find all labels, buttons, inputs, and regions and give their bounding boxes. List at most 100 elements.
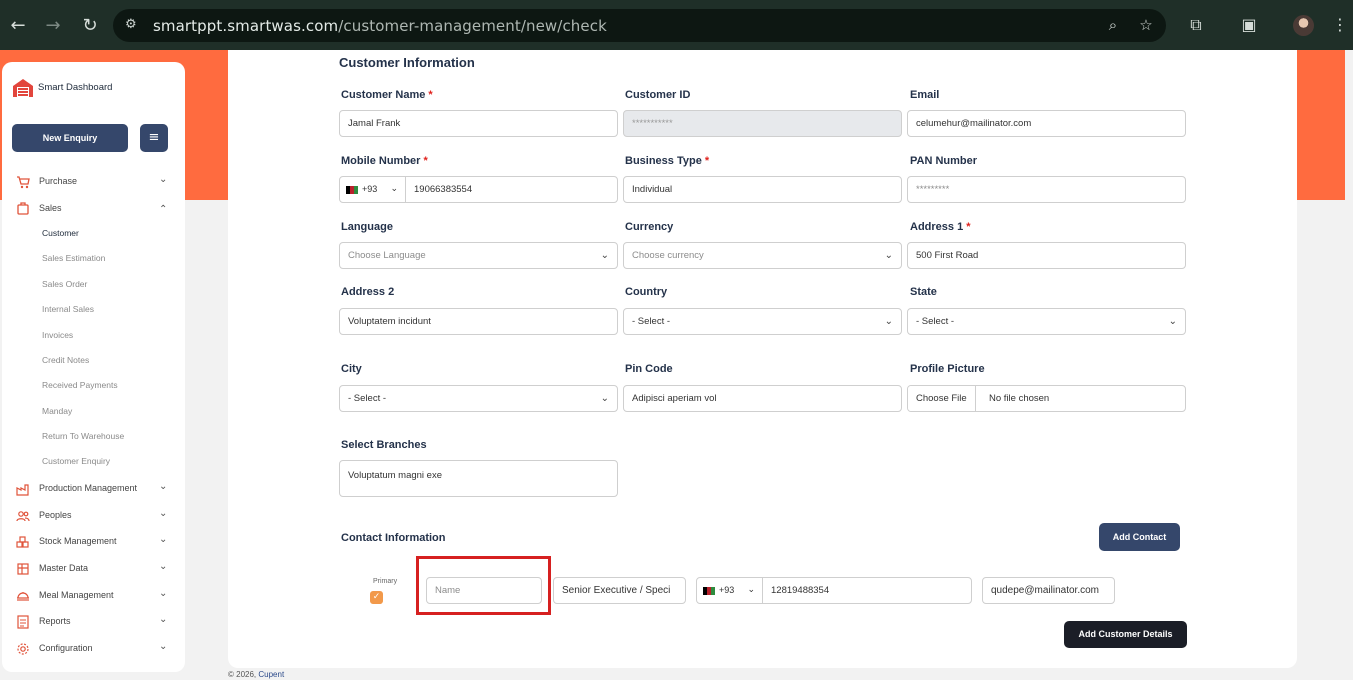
- scrollbar-track[interactable]: [1345, 50, 1353, 680]
- state-select[interactable]: - Select - ⌄: [907, 308, 1186, 335]
- footer: © 2026, Cupent: [228, 670, 285, 679]
- contact-phone-input[interactable]: 12819488354: [762, 577, 972, 604]
- currency-select[interactable]: Choose currency ⌄: [623, 242, 902, 269]
- chevron-down-icon: ⌄: [159, 508, 168, 519]
- email-input[interactable]: celumehur@mailinator.com: [907, 110, 1186, 137]
- sidebar-item-label: Configuration: [39, 643, 93, 653]
- language-select[interactable]: Choose Language ⌄: [339, 242, 618, 269]
- pin-code-input[interactable]: Adipisci aperiam vol: [623, 385, 902, 412]
- state-label: State: [910, 286, 937, 298]
- branches-multiselect[interactable]: Voluptatum magni exe: [339, 460, 618, 497]
- tab-search-icon[interactable]: ▣: [1237, 13, 1261, 37]
- email-label: Email: [910, 89, 940, 101]
- sidebar-subitem-credit-notes[interactable]: Credit Notes: [42, 355, 89, 365]
- add-contact-button[interactable]: Add Contact: [1099, 523, 1180, 551]
- business-type-input[interactable]: Individual: [623, 176, 902, 203]
- people-icon: [16, 511, 30, 522]
- city-select[interactable]: - Select - ⌄: [339, 385, 618, 412]
- chevron-down-icon: ⌄: [600, 393, 609, 404]
- sidebar-subitem-invoices[interactable]: Invoices: [42, 330, 73, 340]
- language-label: Language: [341, 221, 393, 233]
- pan-number-input[interactable]: *********: [907, 176, 1186, 203]
- business-type-label: Business Type *: [625, 155, 710, 167]
- customer-name-label: Customer Name *: [341, 89, 433, 101]
- footer-brand-link[interactable]: Cupent: [258, 670, 284, 679]
- customer-id-input: ***********: [623, 110, 902, 137]
- address2-input[interactable]: Voluptatem incidunt: [339, 308, 618, 335]
- profile-picture-input[interactable]: Choose File No file chosen: [907, 385, 1186, 412]
- customer-name-input[interactable]: Jamal Frank: [339, 110, 618, 137]
- mobile-number-label: Mobile Number *: [341, 155, 428, 167]
- pan-number-label: PAN Number: [910, 155, 978, 167]
- sidebar-subitem-sales-estimation[interactable]: Sales Estimation: [42, 253, 105, 263]
- reload-icon[interactable]: ↻: [77, 13, 103, 39]
- contact-country-code-select[interactable]: +93 ⌄: [696, 577, 763, 604]
- chevron-down-icon: ⌄: [159, 561, 168, 572]
- contact-name-input[interactable]: Name: [426, 577, 542, 604]
- sidebar-item-label: Purchase: [39, 176, 78, 186]
- contact-designation-input[interactable]: Senior Executive / Speci: [553, 577, 686, 604]
- customer-form-card: [228, 50, 1297, 668]
- chevron-down-icon: ⌄: [159, 588, 168, 599]
- chevron-down-icon: ⌄: [159, 481, 168, 492]
- pin-code-label: Pin Code: [625, 363, 673, 375]
- gear-icon: [17, 643, 29, 655]
- sidebar-item-label: Meal Management: [39, 590, 114, 600]
- sidebar-subitem-received-payments[interactable]: Received Payments: [42, 380, 118, 390]
- more-menu-icon[interactable]: ⋮: [1328, 13, 1352, 37]
- address1-input[interactable]: 500 First Road: [907, 242, 1186, 269]
- warehouse-logo-icon: [13, 79, 33, 97]
- sidebar-item-configuration[interactable]: Configuration ⌄: [2, 640, 185, 658]
- profile-avatar[interactable]: [1293, 15, 1314, 36]
- address-bar[interactable]: ⚙ smartppt.smartwas.com/customer-managem…: [113, 9, 1166, 42]
- sidebar-subitem-manday[interactable]: Manday: [42, 406, 72, 416]
- city-label: City: [341, 363, 362, 375]
- sidebar-subitem-internal-sales[interactable]: Internal Sales: [42, 304, 94, 314]
- primary-checkbox[interactable]: ✓: [370, 591, 383, 604]
- menu-toggle-icon[interactable]: ≡: [140, 124, 168, 152]
- factory-icon: [16, 484, 29, 496]
- sidebar-subitem-return-to-warehouse[interactable]: Return To Warehouse: [42, 431, 124, 441]
- country-select[interactable]: - Select - ⌄: [623, 308, 902, 335]
- address2-label: Address 2: [341, 286, 395, 298]
- stock-boxes-icon: [16, 536, 29, 548]
- sidebar-item-sales[interactable]: Sales ⌃: [2, 200, 185, 218]
- sidebar-subitem-customer[interactable]: Customer: [42, 228, 79, 238]
- sidebar-subitem-customer-enquiry[interactable]: Customer Enquiry: [42, 456, 110, 466]
- extensions-icon[interactable]: ⧉: [1184, 13, 1208, 37]
- sidebar-item-master-data[interactable]: Master Data ⌄: [2, 560, 185, 578]
- contact-email-input[interactable]: qudepe@mailinator.com: [982, 577, 1115, 604]
- add-customer-details-button[interactable]: Add Customer Details: [1064, 621, 1187, 648]
- country-code-select[interactable]: +93 ⌄: [339, 176, 406, 203]
- sidebar-item-meal[interactable]: Meal Management ⌄: [2, 587, 185, 605]
- select-branches-label: Select Branches: [341, 439, 427, 451]
- zoom-icon[interactable]: ⌕: [1103, 15, 1123, 35]
- file-status-text: No file chosen: [989, 393, 1050, 404]
- new-enquiry-button[interactable]: New Enquiry: [12, 124, 128, 152]
- sidebar-subitem-sales-order[interactable]: Sales Order: [42, 279, 87, 289]
- forward-icon[interactable]: →: [40, 13, 66, 39]
- mobile-number-input[interactable]: 19066383554: [405, 176, 618, 203]
- sidebar-item-label: Stock Management: [39, 536, 117, 546]
- sidebar-item-label: Reports: [39, 616, 71, 626]
- back-icon[interactable]: ←: [5, 13, 31, 39]
- sidebar-item-peoples[interactable]: Peoples ⌄: [2, 507, 185, 525]
- sidebar-item-label: Production Management: [39, 483, 138, 493]
- chevron-down-icon: ⌄: [159, 174, 168, 185]
- sidebar-item-purchase[interactable]: Purchase ⌄: [2, 173, 185, 191]
- site-info-icon[interactable]: ⚙: [125, 16, 143, 34]
- sidebar-item-reports[interactable]: Reports ⌄: [2, 613, 185, 631]
- contact-information-title: Contact Information: [341, 532, 446, 544]
- bookmark-star-icon[interactable]: ☆: [1136, 15, 1156, 35]
- address1-label: Address 1 *: [910, 221, 971, 233]
- sidebar-item-production[interactable]: Production Management ⌄: [2, 480, 185, 498]
- chevron-down-icon: ⌄: [884, 316, 893, 327]
- reports-icon: [17, 615, 29, 629]
- chevron-down-icon: ⌄: [159, 614, 168, 625]
- currency-label: Currency: [625, 221, 674, 233]
- choose-file-button[interactable]: Choose File: [908, 386, 976, 411]
- sidebar: Smart Dashboard New Enquiry ≡ Purchase ⌄…: [2, 62, 185, 672]
- sidebar-item-stock[interactable]: Stock Management ⌄: [2, 533, 185, 551]
- chevron-down-icon: ⌄: [600, 250, 609, 261]
- customer-id-label: Customer ID: [625, 89, 691, 101]
